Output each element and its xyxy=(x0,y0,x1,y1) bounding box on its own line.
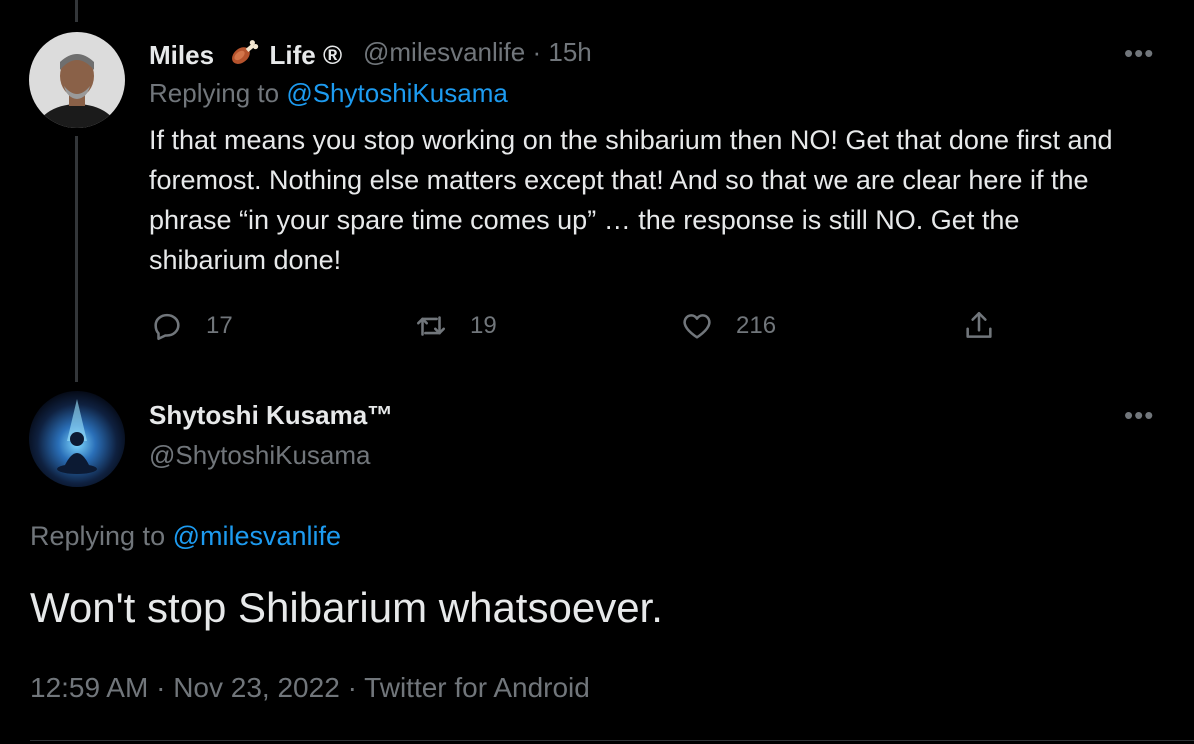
tweet-date[interactable]: Nov 23, 2022 xyxy=(173,672,340,703)
share-button[interactable] xyxy=(962,306,1018,346)
author-handle-miles[interactable]: @milesvanlife xyxy=(363,37,525,67)
thread-line-top xyxy=(75,0,78,22)
replying-to-link[interactable]: @ShytoshiKusama xyxy=(286,78,508,108)
heart-icon xyxy=(683,314,711,339)
thread-line-connector xyxy=(75,136,78,382)
retweet-button[interactable]: 19 xyxy=(414,306,497,346)
more-options-button-main[interactable]: ••• xyxy=(1124,400,1154,431)
retweet-count: 19 xyxy=(470,312,497,339)
avatar-miles[interactable] xyxy=(29,32,125,128)
tweet-metadata: 12:59 AM · Nov 23, 2022 · Twitter for An… xyxy=(30,672,590,703)
like-count: 216 xyxy=(736,312,777,339)
reply-icon xyxy=(154,313,180,341)
share-icon xyxy=(966,311,992,338)
meat-on-bone-icon xyxy=(227,36,261,77)
tweet-source[interactable]: Twitter for Android xyxy=(364,672,590,703)
like-button[interactable]: 216 xyxy=(680,306,776,346)
retweet-icon xyxy=(416,316,446,336)
reply-tweet-text: If that means you stop working on the sh… xyxy=(149,125,1113,275)
reply-count: 17 xyxy=(206,312,233,339)
avatar-shytoshi[interactable] xyxy=(29,391,125,487)
author-name-miles[interactable]: Miles Life ® xyxy=(149,36,342,77)
replying-to-link[interactable]: @milesvanlife xyxy=(173,521,341,551)
main-tweet-text: Won't stop Shibarium whatsoever. xyxy=(30,584,663,631)
author-name-shytoshi[interactable]: Shytoshi Kusama™ xyxy=(149,400,393,431)
replying-to-line-reply: Replying to @ShytoshiKusama xyxy=(149,78,508,108)
divider xyxy=(30,740,1194,741)
reply-button[interactable]: 17 xyxy=(150,306,233,346)
tweet-time[interactable]: 15h xyxy=(548,37,591,67)
author-handle-shytoshi[interactable]: @ShytoshiKusama xyxy=(149,440,371,471)
more-options-button-reply[interactable]: ••• xyxy=(1124,38,1154,69)
tweet-timestamp[interactable]: 12:59 AM xyxy=(30,672,148,703)
replying-to-line-main: Replying to @milesvanlife xyxy=(30,521,342,551)
author-meta-miles: @milesvanlife · 15h xyxy=(363,37,592,67)
